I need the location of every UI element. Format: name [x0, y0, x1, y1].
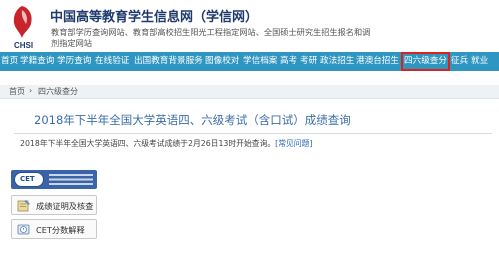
cet-logo-banner[interactable]: CET [11, 170, 97, 189]
nav-item-conscription[interactable]: 征兵 [451, 52, 468, 71]
nav-item-cet-score[interactable]: 四六级查分 [401, 52, 450, 71]
nav-item-enrollment-query[interactable]: 学籍查询 [20, 52, 54, 71]
page-title: 2018年下半年全国大学英语四、六级考试（含口试）成绩查询 [34, 113, 351, 127]
breadcrumb-home[interactable]: 首页 [9, 86, 25, 97]
site-header: CHSI 中国高等教育学生信息网（学信网） 教育部学历查询网站、教育部高校招生阳… [0, 0, 499, 52]
breadcrumb: 首页 › 四六级查分 [0, 85, 499, 99]
score-certificate-button[interactable]: 成绩证明及核查 [11, 195, 97, 215]
nav-item-gaokao[interactable]: 高考 [280, 52, 297, 71]
chsi-logo[interactable]: CHSI [0, 2, 50, 50]
breadcrumb-separator: › [29, 86, 33, 95]
site-title[interactable]: 中国高等教育学生信息网（学信网） [50, 6, 258, 25]
nav-item-hk-macau-taiwan[interactable]: 港澳台招生 [356, 52, 399, 71]
nav-item-image-check[interactable]: 图像校对 [205, 52, 239, 71]
cet-score-explanation-button[interactable]: CET分数解释 [11, 219, 97, 239]
cet-badge: CET [14, 172, 44, 187]
query-notice: 2018年下半年全国大学英语四、六级考试成绩于2月26日13时开始查询。[常见问… [20, 138, 312, 149]
certificate-icon [17, 200, 30, 212]
main-navigation: 首页 学籍查询 学历查询 在线验证 出国教育背景服务 图像校对 学信档案 高考 … [0, 52, 499, 71]
cet-score-explanation-label: CET分数解释 [36, 225, 85, 235]
nav-item-employment[interactable]: 就业 [471, 52, 488, 71]
nav-item-degree-query[interactable]: 学历查询 [57, 52, 91, 71]
nav-item-law-enrollment[interactable]: 政法招生 [320, 52, 354, 71]
faq-link[interactable]: [常见问题] [275, 139, 312, 148]
nav-item-home[interactable]: 首页 [1, 52, 18, 71]
nav-item-online-verify[interactable]: 在线验证 [95, 52, 129, 71]
site-description: 教育部学历查询网站、教育部高校招生阳光工程指定网站、全国硕士研究生招生报名和调剂… [51, 27, 371, 48]
nav-item-kaoyan[interactable]: 考研 [300, 52, 317, 71]
help-book-icon [17, 224, 30, 235]
title-section: 2018年下半年全国大学英语四、六级考试（含口试）成绩查询 [14, 110, 492, 134]
notice-text: 2018年下半年全国大学英语四、六级考试成绩于2月26日13时开始查询。 [20, 139, 276, 148]
nav-item-overseas-education[interactable]: 出国教育背景服务 [134, 52, 203, 71]
svg-text:CHSI: CHSI [14, 41, 33, 50]
cet-banner-decoration [49, 174, 93, 185]
score-certificate-label: 成绩证明及核查 [36, 201, 94, 211]
nav-item-student-archive[interactable]: 学信档案 [243, 52, 277, 71]
breadcrumb-current: 四六级查分 [38, 87, 78, 96]
cet-badge-text: CET [20, 175, 35, 183]
